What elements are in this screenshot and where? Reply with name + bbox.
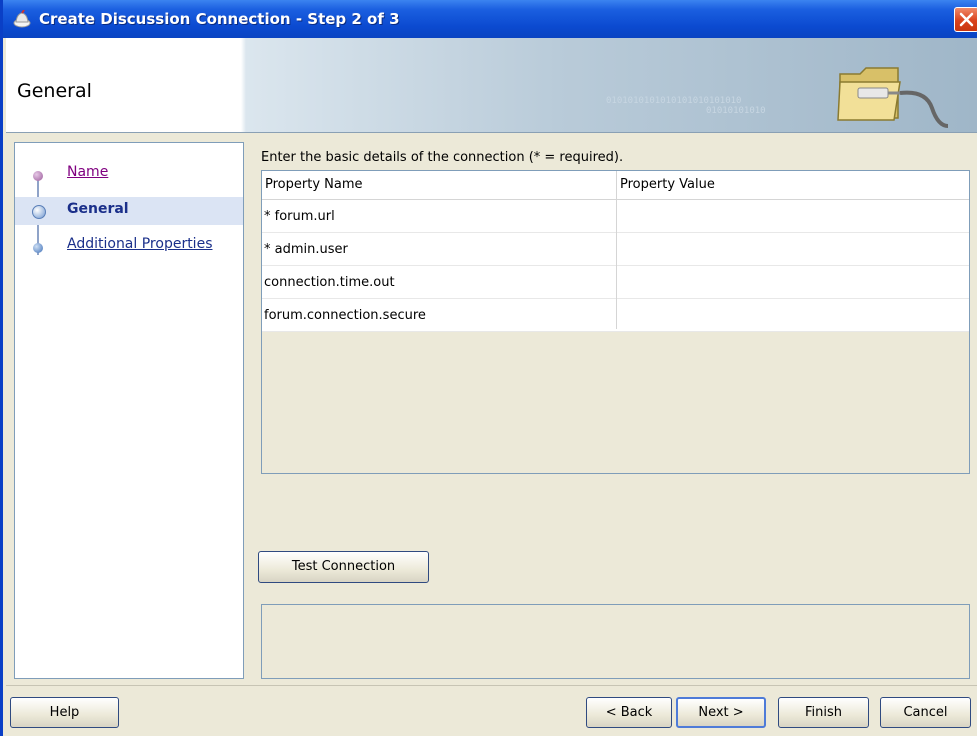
column-header-property-value[interactable]: Property Value [620, 177, 715, 192]
title-bar[interactable]: Create Discussion Connection - Step 2 of… [3, 0, 977, 38]
property-name-cell: * admin.user [264, 242, 348, 257]
help-button[interactable]: Help [10, 697, 119, 728]
nav-item-label[interactable]: Additional Properties [67, 236, 212, 252]
properties-table: Property Name Property Value * forum.url… [261, 170, 970, 474]
finish-button[interactable]: Finish [778, 697, 869, 728]
help-label: Help [49, 705, 80, 720]
property-value-cell[interactable] [618, 200, 968, 231]
back-button[interactable]: < Back [586, 697, 672, 728]
instructions-text: Enter the basic details of the connectio… [261, 150, 624, 165]
column-divider [616, 171, 617, 329]
nav-item-general[interactable]: General [15, 197, 243, 225]
finish-label: Finish [804, 705, 842, 720]
wizard-step-nav: Name General Additional Properties [14, 142, 244, 679]
property-value-cell[interactable] [618, 266, 968, 297]
wizard-header: General 0101010101010101010101010 010101… [6, 38, 977, 133]
property-value-cell[interactable] [618, 299, 968, 330]
next-button[interactable]: Next > [676, 697, 766, 728]
close-button[interactable] [954, 7, 977, 32]
nav-item-label[interactable]: Name [67, 164, 108, 180]
property-value-cell[interactable] [618, 233, 968, 264]
folder-connection-icon [837, 67, 949, 128]
test-connection-label: Test Connection [291, 559, 396, 574]
next-label: Next > [698, 705, 744, 720]
nav-item-additional-properties[interactable]: Additional Properties [15, 233, 243, 261]
cancel-label: Cancel [903, 705, 948, 720]
button-bar-separator [6, 685, 977, 686]
back-label: < Back [605, 705, 653, 720]
test-result-area [261, 604, 970, 679]
column-header-property-name[interactable]: Property Name [265, 177, 363, 192]
property-name-cell: * forum.url [264, 209, 335, 224]
step-dot-icon [33, 243, 43, 253]
nav-item-label: General [67, 201, 129, 217]
window-title: Create Discussion Connection - Step 2 of… [39, 10, 400, 28]
step-dot-icon [33, 171, 43, 181]
page-title: General [17, 80, 92, 102]
banner-binary-text: 0101010101010101010101010 [606, 96, 742, 106]
nav-item-name[interactable]: Name [15, 161, 243, 189]
cancel-button[interactable]: Cancel [880, 697, 971, 728]
current-step-icon [32, 205, 46, 219]
banner-binary-text-2: 01010101010 [706, 106, 766, 116]
property-name-cell: connection.time.out [264, 275, 395, 290]
dialog-window: Create Discussion Connection - Step 2 of… [0, 0, 977, 736]
app-icon [13, 10, 31, 28]
close-icon [959, 12, 974, 27]
test-connection-button[interactable]: Test Connection [258, 551, 429, 583]
property-name-cell: forum.connection.secure [264, 308, 426, 323]
